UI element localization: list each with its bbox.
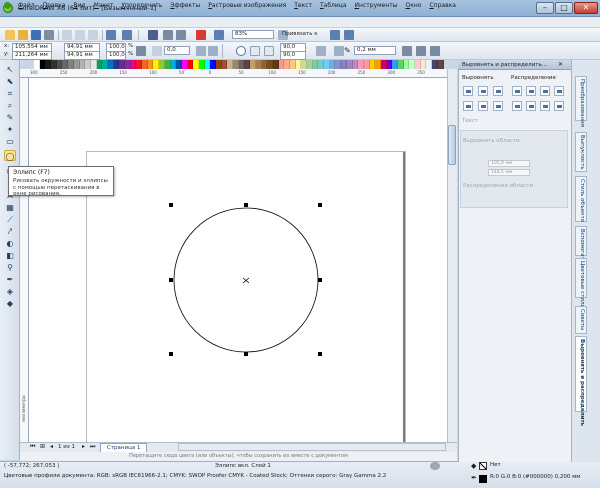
distribute-bottom-icon[interactable] bbox=[540, 101, 550, 111]
handle-bottom-center bbox=[244, 352, 248, 356]
tab-hints[interactable]: Советы bbox=[575, 306, 587, 334]
no-fill-swatch[interactable] bbox=[479, 462, 487, 470]
distribute-middle-icon[interactable] bbox=[526, 101, 536, 111]
tab-align-distribute[interactable]: Выровнять и распределить bbox=[575, 336, 587, 426]
color-profile-info[interactable]: Цветовые профили документа: RGB: sRGB IE… bbox=[4, 473, 386, 479]
outline-color-swatch[interactable] bbox=[479, 475, 487, 483]
handle-bottom-right bbox=[318, 352, 322, 356]
distribute-left-icon[interactable] bbox=[512, 86, 522, 96]
align-left-icon[interactable] bbox=[463, 86, 473, 96]
handle-top-left bbox=[169, 203, 173, 207]
align-x-field[interactable]: 105,0 мм bbox=[488, 160, 530, 167]
first-page-icon[interactable]: ⏮ bbox=[30, 443, 35, 451]
last-page-icon[interactable]: ⏭ bbox=[90, 443, 95, 451]
tab-transformations[interactable]: Преобразования bbox=[575, 76, 587, 127]
docker-title: Выровнять и распределить... bbox=[458, 60, 571, 70]
align-center-h-icon[interactable] bbox=[478, 86, 488, 96]
handle-top-right bbox=[318, 203, 322, 207]
center-marker bbox=[242, 277, 250, 284]
tab-color-styles[interactable]: Цветовые стили bbox=[575, 258, 587, 308]
page-tab[interactable]: Страница 1 bbox=[100, 443, 148, 452]
handle-bottom-left bbox=[169, 352, 173, 356]
fill-icon[interactable]: ◆ bbox=[471, 462, 476, 470]
selection-handles[interactable] bbox=[169, 203, 322, 356]
align-bottom-icon[interactable] bbox=[493, 101, 503, 111]
outline-status: R:0 G:0 B:0 (#000000) 0,200 мм bbox=[490, 474, 581, 480]
tooltip-description: Рисовать окружности и эллипсы с помощью … bbox=[13, 178, 108, 197]
docker-close-icon[interactable]: ✕ bbox=[558, 61, 563, 68]
align-y-field[interactable]: 148,5 мм bbox=[488, 169, 530, 176]
selection-info: Эллипс вкл. Слой 1 bbox=[215, 463, 271, 469]
align-top-icon[interactable] bbox=[463, 101, 473, 111]
page-counter: 1 из 1 bbox=[58, 444, 75, 450]
distribute-right-icon[interactable] bbox=[540, 86, 550, 96]
distribute-label: Распределение bbox=[511, 75, 556, 81]
outline-pen-icon[interactable]: ✒ bbox=[471, 474, 477, 482]
tooltip-title: Эллипс (F7) bbox=[13, 169, 50, 176]
distribute-spacing-icon[interactable] bbox=[554, 86, 564, 96]
align-right-icon[interactable] bbox=[493, 86, 503, 96]
handle-top-center bbox=[244, 203, 248, 207]
tab-object-styles[interactable]: Стиль объекта bbox=[575, 176, 587, 222]
tab-guides[interactable]: Вспомогательные bbox=[575, 226, 587, 281]
fill-status: Нет bbox=[490, 462, 501, 468]
color-management-icon[interactable] bbox=[430, 462, 440, 470]
distribute-area-label: Распределение области bbox=[463, 183, 534, 189]
document-palette-hint[interactable]: Перетащите сюда цвета (или объекты), что… bbox=[20, 452, 457, 461]
align-area-label: Выровнять области bbox=[463, 138, 520, 144]
horizontal-scrollbar[interactable] bbox=[178, 443, 446, 451]
distribute-center-icon[interactable] bbox=[526, 86, 536, 96]
tab-bevel[interactable]: Выпуклость bbox=[575, 132, 587, 172]
ellipse-tooltip: Эллипс (F7) Рисовать окружности и эллипс… bbox=[8, 166, 114, 197]
text-section-label: Текст bbox=[462, 118, 479, 124]
add-page-icon[interactable]: ⊞ bbox=[40, 443, 45, 450]
align-center-v-icon[interactable] bbox=[478, 101, 488, 111]
distribute-top-icon[interactable] bbox=[512, 101, 522, 111]
handle-middle-left bbox=[169, 278, 173, 282]
align-label: Выровнять bbox=[462, 75, 494, 81]
next-page-icon[interactable]: ▸ bbox=[82, 443, 85, 450]
handle-middle-right bbox=[318, 278, 322, 282]
prev-page-icon[interactable]: ◂ bbox=[50, 443, 53, 450]
vertical-scrollbar-thumb[interactable] bbox=[448, 125, 456, 165]
distribute-vspacing-icon[interactable] bbox=[554, 101, 564, 111]
cursor-coordinates: ( -57,772; 267,053 ) bbox=[4, 463, 60, 469]
